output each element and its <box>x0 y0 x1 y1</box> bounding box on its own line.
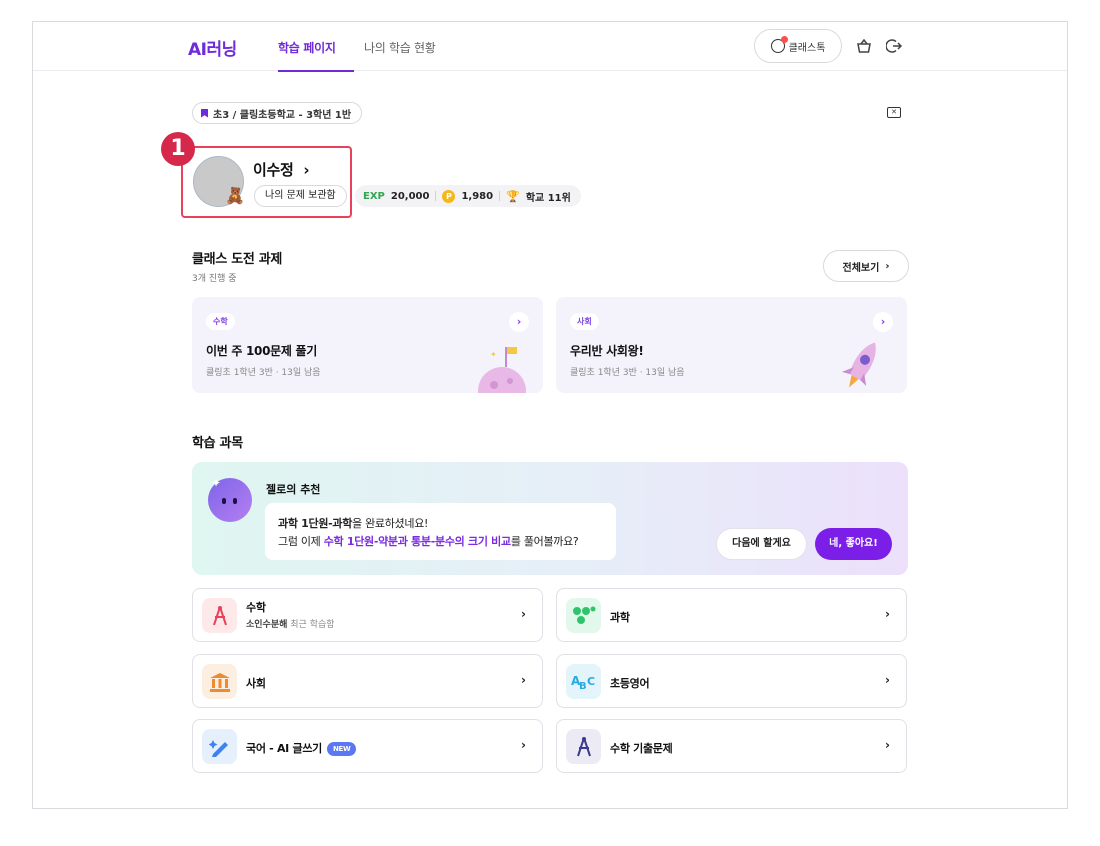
challenges-title: 클래스 도전 과제 <box>192 252 283 267</box>
class-badge: 초3 / 클링초등학교 - 3학년 1반 <box>192 102 363 124</box>
trophy-icon: 🏆 <box>506 189 520 203</box>
subject-name: 초등영어 <box>610 677 650 690</box>
coin-icon: P <box>442 189 456 203</box>
subject-card-social[interactable]: 사회 › <box>192 654 543 708</box>
app-frame: AI러닝 학습 페이지 나의 학습 현황 클래스톡 초3 / 클링초등학교 - … <box>32 21 1068 809</box>
problem-box-button[interactable]: 나의 문제 보관함 <box>254 185 347 207</box>
tab-label: 나의 학습 현황 <box>364 41 436 55</box>
chevron-right-icon: › <box>885 607 890 621</box>
svg-text:B: B <box>579 681 587 691</box>
sparkle-icon: ✦ <box>211 476 222 490</box>
chevron-right-icon[interactable]: › <box>509 312 529 332</box>
ticket-icon[interactable]: ✕ <box>887 107 901 118</box>
subject-name: 과학 <box>610 611 630 624</box>
recommendation-line-2: 그럼 이제 수학 1단원-약분과 통분-분수의 크기 비교를 풀어볼까요? <box>278 535 579 548</box>
molecule-icon <box>566 598 601 633</box>
challenge-meta: 클링초 1학년 3반 · 13일 남음 <box>206 368 321 378</box>
recommendation-bubble: 과학 1단원-과학을 완료하셨네요! 그럼 이제 수학 1단원-약분과 통분-분… <box>265 503 616 560</box>
building-icon <box>202 664 237 699</box>
profile-name: 이수정 <box>253 161 294 179</box>
active-tab-underline <box>278 70 354 72</box>
pen-icon <box>202 729 237 764</box>
logout-icon[interactable] <box>885 37 903 55</box>
logo[interactable]: AI러닝 <box>188 35 237 60</box>
points-value: 1,980 <box>461 190 494 202</box>
subject-name: 수학 기출문제 <box>610 742 673 755</box>
class-badge-label: 초3 / 클링초등학교 - 3학년 1반 <box>213 109 352 121</box>
chevron-right-icon: › <box>521 607 526 621</box>
chevron-right-icon: › <box>885 260 890 272</box>
top-header: AI러닝 학습 페이지 나의 학습 현황 클래스톡 <box>33 22 1067 72</box>
chevron-right-icon: › <box>885 673 890 687</box>
new-badge: NEW <box>326 742 357 756</box>
divider <box>499 191 501 201</box>
subject-name: 수학 <box>246 601 266 614</box>
subjects-title: 학습 과목 <box>192 436 243 451</box>
avatar-character-icon: 🧸 <box>225 186 245 205</box>
challenges-subtitle: 3개 진행 중 <box>192 274 237 284</box>
rocket-icon <box>841 342 876 388</box>
svg-text:✦: ✦ <box>490 350 497 359</box>
yes-button[interactable]: 네, 좋아요! <box>815 528 892 560</box>
subject-tag: 수학 <box>206 313 235 330</box>
recommendation-title: 젤로의 추천 <box>266 483 321 496</box>
compass-icon <box>202 598 237 633</box>
subject-name: 사회 <box>246 677 266 690</box>
step-badge: 1 <box>161 132 195 166</box>
chevron-right-icon: › <box>521 673 526 687</box>
stats-pill: EXP 20,000 P 1,980 🏆 학교 11위 <box>355 185 581 207</box>
subject-name: 국어 - AI 글쓰기 NEW <box>246 740 357 756</box>
view-all-button[interactable]: 전체보기 › <box>823 250 909 282</box>
subject-card-korean-ai-writing[interactable]: 국어 - AI 글쓰기 NEW › <box>192 719 543 773</box>
basket-icon[interactable] <box>855 37 873 55</box>
chevron-right-icon: › <box>521 738 526 752</box>
view-all-label: 전체보기 <box>842 262 880 274</box>
compass-icon <box>566 729 601 764</box>
subject-card-math[interactable]: 수학 소인수분해 최근 학습함 › <box>192 588 543 642</box>
challenge-title: 이번 주 100문제 풀기 <box>206 344 317 358</box>
rank-value: 학교 11위 <box>525 192 571 204</box>
chevron-right-icon[interactable]: › <box>873 312 893 332</box>
recommendation-line-1: 과학 1단원-과학을 완료하셨네요! <box>278 517 429 530</box>
chat-icon <box>770 36 788 53</box>
classtok-button[interactable]: 클래스톡 <box>754 29 842 63</box>
tab-my-learning-status[interactable]: 나의 학습 현황 <box>364 39 436 56</box>
tab-label: 학습 페이지 <box>278 41 336 55</box>
challenge-title: 우리반 사회왕! <box>570 344 644 358</box>
planet-flag-icon: ✦ <box>478 347 526 393</box>
divider <box>435 191 437 201</box>
profile-name-link[interactable]: 이수정 › <box>253 159 310 180</box>
challenge-meta: 클링초 1학년 3반 · 13일 남음 <box>570 368 685 378</box>
later-button[interactable]: 다음에 할게요 <box>716 528 807 560</box>
subject-recent: 소인수분해 최근 학습함 <box>246 620 335 630</box>
exp-icon: EXP <box>363 190 385 202</box>
svg-text:C: C <box>587 675 595 688</box>
bookmark-icon <box>201 108 208 118</box>
subject-tag: 사회 <box>570 313 599 330</box>
exp-value: 20,000 <box>390 190 430 202</box>
chevron-right-icon: › <box>298 161 310 179</box>
subject-card-math-past-exams[interactable]: 수학 기출문제 › <box>556 719 907 773</box>
subject-card-english[interactable]: ABC 초등영어 › <box>556 654 907 708</box>
challenge-card-social[interactable]: 사회 › 우리반 사회왕! 클링초 1학년 3반 · 13일 남음 <box>556 297 907 393</box>
classtok-label: 클래스톡 <box>788 42 826 54</box>
subject-card-science[interactable]: 과학 › <box>556 588 907 642</box>
abc-icon: ABC <box>566 664 601 699</box>
tab-learning-page[interactable]: 학습 페이지 <box>278 39 354 72</box>
chevron-right-icon: › <box>885 738 890 752</box>
challenge-card-math[interactable]: 수학 › 이번 주 100문제 풀기 클링초 1학년 3반 · 13일 남음 ✦ <box>192 297 543 393</box>
